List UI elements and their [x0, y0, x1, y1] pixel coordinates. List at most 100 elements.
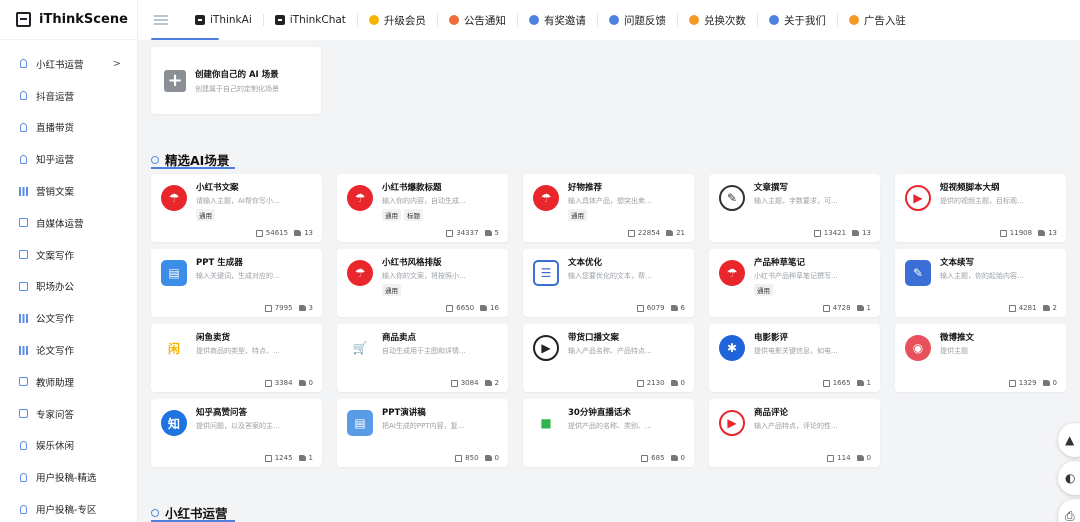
- thumbs-up-icon: [484, 455, 492, 461]
- like-count[interactable]: 0: [670, 379, 685, 387]
- sidebar-item[interactable]: 自媒体运营: [0, 207, 137, 239]
- box-icon: [18, 281, 28, 291]
- like-count-value: 21: [676, 229, 685, 237]
- scene-card[interactable]: ✎ 文章撰写 输入主题，字数要求，可... 13421 13: [709, 174, 880, 242]
- scene-card[interactable]: ▶ 短视频脚本大纲 提供的视频主题，目标观... 11908 13: [895, 174, 1066, 242]
- sidebar-item[interactable]: 抖音运营: [0, 80, 137, 112]
- info-icon: [768, 15, 779, 25]
- like-count[interactable]: 0: [856, 454, 871, 462]
- like-count[interactable]: 0: [670, 454, 685, 462]
- nav-item-label: 升级会员: [383, 14, 426, 27]
- sidebar-item[interactable]: 公文写作: [0, 302, 137, 334]
- sidebar-item-label: 公文写作: [36, 314, 75, 326]
- card-description: 把AI生成的PPT内容，复...: [382, 422, 465, 430]
- sidebar-item[interactable]: 用户投稿-精选: [0, 461, 137, 493]
- ad-icon: [848, 15, 859, 25]
- scene-card[interactable]: ✎ 文本续写 输入主题，你的起始内容... 4281 2: [895, 249, 1066, 317]
- weibo-icon: ◉: [905, 335, 931, 361]
- edit-count-icon: [1008, 304, 1016, 312]
- app-logo[interactable]: iThinkScene: [0, 0, 137, 40]
- umbrella-icon: ☂: [719, 260, 745, 286]
- support-icon[interactable]: ◐: [1058, 461, 1080, 495]
- menu-toggle-icon[interactable]: [154, 15, 168, 25]
- like-count[interactable]: 2: [484, 379, 499, 387]
- sidebar-item[interactable]: 论文写作: [0, 334, 137, 366]
- sidebar-item[interactable]: 文案写作: [0, 239, 137, 271]
- nav-item[interactable]: 有奖邀请: [516, 14, 597, 27]
- like-count[interactable]: 5: [484, 229, 499, 237]
- scene-card[interactable]: ☂ 好物推荐 输入具体产品，想突出卖... 通用 22854 21: [523, 174, 694, 242]
- edit-count-icon: [822, 304, 830, 312]
- like-count[interactable]: 0: [298, 379, 313, 387]
- nav-item[interactable]: 公告通知: [436, 14, 517, 27]
- sidebar-item[interactable]: 职场办公: [0, 271, 137, 303]
- scene-card[interactable]: ■ 30分钟直播话术 提供产品的名称、类别、... 685 0: [523, 399, 694, 467]
- sidebar-item-label: 营销文案: [36, 187, 75, 199]
- sidebar-item[interactable]: 专家问答: [0, 398, 137, 430]
- like-count[interactable]: 1: [298, 454, 313, 462]
- nav-item[interactable]: 升级会员: [356, 14, 437, 27]
- nav-item[interactable]: iThinkChat: [262, 14, 357, 26]
- scene-card[interactable]: ☂ 产品种草笔记 小红书产品种草笔记撰写... 通用 4728 1: [709, 249, 880, 317]
- sidebar-item[interactable]: 直播带货: [0, 112, 137, 144]
- scene-card[interactable]: ☰ 文本优化 输入您要优化的文本，帮... 6079 6: [523, 249, 694, 317]
- scene-card[interactable]: ☂ 小红书爆款标题 输入你的内容，自动生成... 通用 标题 34337 5: [337, 174, 508, 242]
- nav-item[interactable]: iThinkAi: [184, 14, 263, 26]
- thumbs-up-icon: [484, 380, 492, 386]
- scene-card[interactable]: ☂ 小红书风格排版 输入你的文案，将按照小... 通用 6650 16: [337, 249, 508, 317]
- nav-item[interactable]: 问题反馈: [596, 14, 677, 27]
- scene-card[interactable]: ▤ PPT 生成器 输入关键词，生成对应的... 7995 3: [151, 249, 322, 317]
- usage-count-value: 22854: [637, 229, 661, 237]
- like-count-value: 3: [308, 304, 313, 312]
- box-icon: [18, 250, 28, 260]
- section-icon: [151, 155, 159, 164]
- scene-card[interactable]: ✱ 电影影评 提供电影关键信息，如电... 1665 1: [709, 324, 880, 392]
- nav-item[interactable]: 兑换次数: [676, 14, 757, 27]
- like-count[interactable]: 2: [1042, 304, 1057, 312]
- like-count-value: 13: [304, 229, 313, 237]
- usage-count: 685: [641, 454, 665, 462]
- like-count[interactable]: 13: [294, 229, 313, 237]
- edit-count-icon: [446, 229, 454, 237]
- scene-card[interactable]: 闲闲鱼卖货 提供商品的类型、特点、... 3384 0: [151, 324, 322, 392]
- scene-card[interactable]: ☂ 小红书文案 请输入主题，AI帮你写小... 通用 54615 13: [151, 174, 322, 242]
- like-count[interactable]: 13: [852, 229, 871, 237]
- scene-card[interactable]: ▤ PPT演讲稿 把AI生成的PPT内容，复... 850 0: [337, 399, 508, 467]
- nav-item[interactable]: 广告入驻: [836, 14, 917, 27]
- sidebar-item[interactable]: 营销文案: [0, 175, 137, 207]
- like-count[interactable]: 21: [666, 229, 685, 237]
- thumbs-up-icon: [1038, 230, 1046, 236]
- like-count[interactable]: 3: [298, 304, 313, 312]
- like-count[interactable]: 1: [856, 379, 871, 387]
- usage-count-value: 2130: [646, 379, 665, 387]
- sidebar-item[interactable]: 小红书运营 >: [0, 48, 137, 80]
- edit-count-icon: [446, 304, 454, 312]
- bars-icon: [18, 313, 28, 323]
- scene-card[interactable]: ▶ 商品评论 输入产品特点，评论的性... 114 0: [709, 399, 880, 467]
- sidebar-item[interactable]: 用户投稿-专区: [0, 493, 137, 522]
- scene-card[interactable]: ▶ 带货口播文案 输入产品名称、产品特点... 2130 0: [523, 324, 694, 392]
- film-reel-icon: ✱: [719, 335, 745, 361]
- card-description: 小红书产品种草笔记撰写...: [754, 272, 838, 280]
- sidebar-item[interactable]: 教师助理: [0, 366, 137, 398]
- scene-card[interactable]: ◉ 微博推文 提供主题 1329 0: [895, 324, 1066, 392]
- like-count[interactable]: 6: [670, 304, 685, 312]
- scene-card[interactable]: 🛒 商品卖点 自动生成用于主图和详情... 3084 2: [337, 324, 508, 392]
- thumbs-up-icon: [1042, 380, 1050, 386]
- scene-card[interactable]: 知知乎高赞问答 提供问题，以及答案的主... 1245 1: [151, 399, 322, 467]
- scene-card-grid: ☂ 小红书文案 请输入主题，AI帮你写小... 通用 54615 13 ☂ 小红书爆款标题 输入…: [151, 174, 1066, 467]
- thumbs-up-icon: [670, 305, 678, 311]
- like-count[interactable]: 0: [484, 454, 499, 462]
- like-count[interactable]: 13: [1038, 229, 1057, 237]
- like-count[interactable]: 0: [1042, 379, 1057, 387]
- sidebar-item-label: 小红书运营: [36, 59, 84, 71]
- create-scene-card[interactable]: + 创建你自己的 AI 场景 创建属于自己的定制化场景: [151, 47, 321, 114]
- sidebar-item[interactable]: 娱乐休闲: [0, 430, 137, 462]
- feedback-icon[interactable]: ⎙: [1058, 499, 1080, 522]
- nav-item[interactable]: 关于我们: [756, 14, 837, 27]
- like-count[interactable]: 1: [856, 304, 871, 312]
- sidebar-item[interactable]: 知乎运营: [0, 143, 137, 175]
- sidebar-item-label: 论文写作: [36, 346, 75, 358]
- thumbs-up-icon: [856, 305, 864, 311]
- like-count[interactable]: 16: [480, 304, 499, 312]
